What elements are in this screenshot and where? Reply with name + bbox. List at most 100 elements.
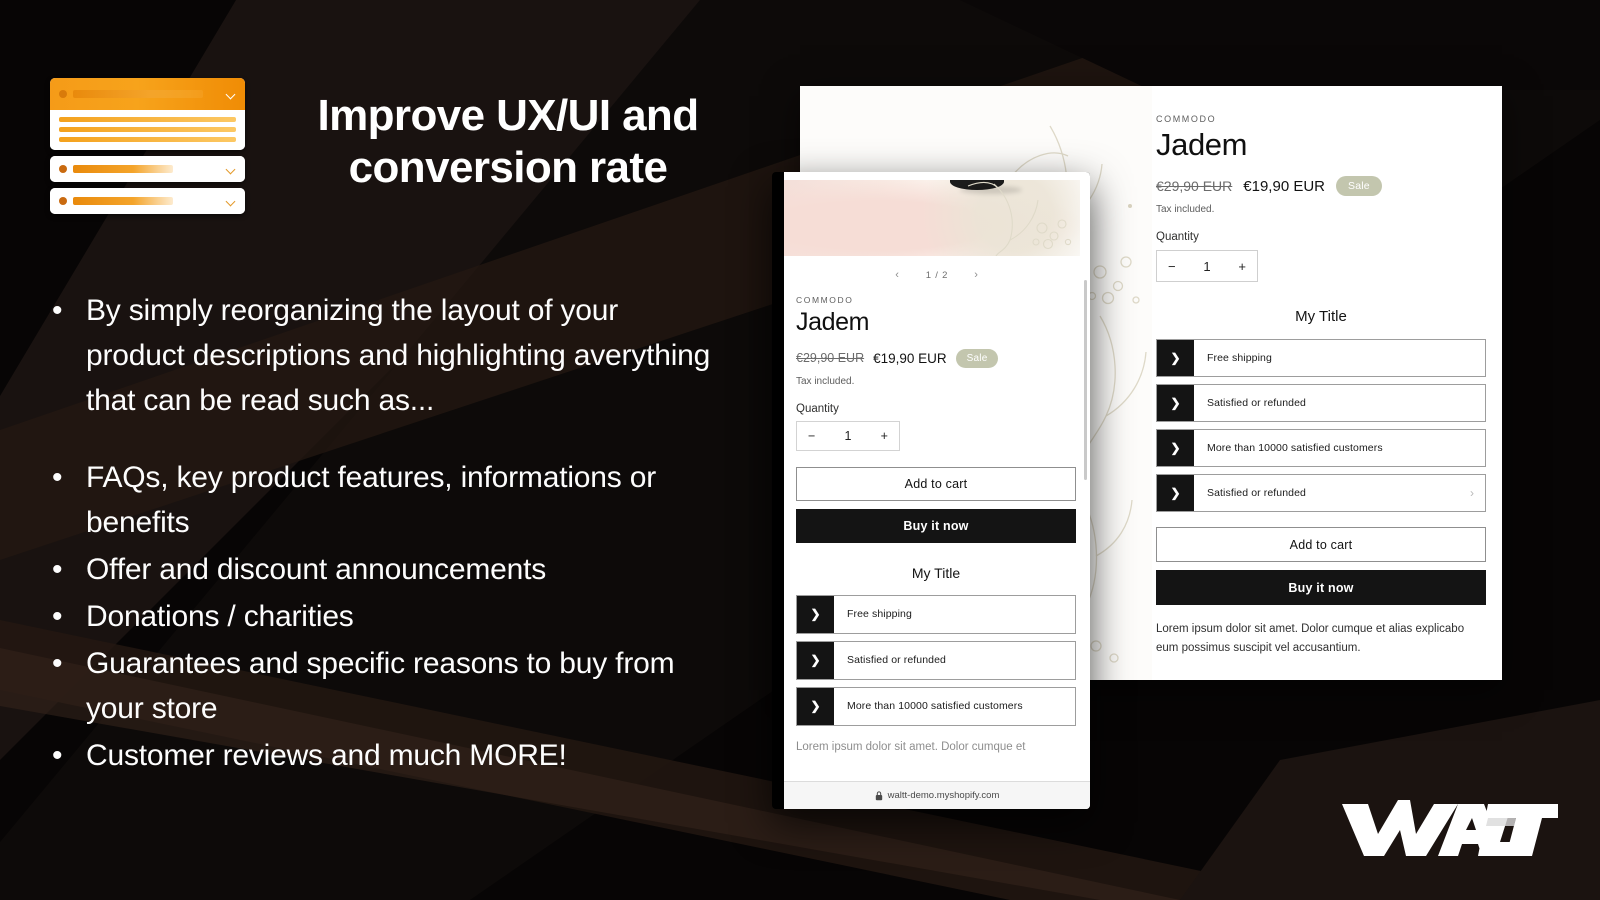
widget-text-line (59, 127, 236, 132)
quantity-stepper[interactable]: − 1 + (1156, 250, 1258, 283)
orange-accordion-widget-mock (50, 78, 245, 220)
price-original: €29,90 EUR (796, 351, 865, 365)
quantity-label: Quantity (1156, 231, 1199, 244)
widget-card-expanded (50, 78, 245, 150)
chevron-right-icon: ❯ (1157, 430, 1194, 467)
list-item-text: Customer reviews and much MORE! (86, 739, 567, 772)
accordion-item-end-chevron-icon[interactable]: › (1459, 475, 1485, 511)
slide-headline: Improve UX/UI and conversion rate (317, 91, 700, 192)
url-text: waltt-demo.myshopify.com (887, 790, 1000, 801)
accordion-item-end-icon (1459, 340, 1485, 376)
bullet-marker: • (52, 553, 63, 586)
accordion-item[interactable]: ❯ Satisfied or refunded (796, 640, 1076, 680)
bullet-marker: • (52, 600, 63, 633)
add-to-cart-button[interactable]: Add to cart (796, 466, 1076, 501)
list-item-text: By simply reorganizing the layout of you… (86, 294, 711, 417)
accordion-item[interactable]: ❯ More than 10000 satisfied customers (796, 686, 1076, 726)
bullet-group-primary: • By simply reorganizing the layout of y… (52, 288, 712, 423)
product-info-panel: COMMODO Jadem €29,90 EUR €19,90 EUR Sale… (1156, 114, 1486, 658)
chevron-right-icon: ❯ (797, 641, 834, 679)
chevron-right-icon: ❯ (1157, 385, 1194, 422)
buy-it-now-button[interactable]: Buy it now (1156, 570, 1486, 606)
gallery-next-button[interactable]: › (974, 269, 978, 281)
product-vendor: COMMODO (796, 295, 854, 305)
quantity-increase-button[interactable]: + (1238, 259, 1246, 274)
price-row: €29,90 EUR €19,90 EUR Sale (796, 348, 1076, 368)
widget-title-placeholder-bar (73, 165, 173, 173)
product-description-clipped: Lorem ipsum dolor sit amet. Dolor cumque… (796, 740, 1026, 753)
mobile-viewport: ‹ 1 / 2 › COMMODO Jadem €29,90 EUR €19,9… (784, 172, 1090, 809)
chevron-down-icon (227, 197, 236, 206)
quantity-decrease-button[interactable]: − (1168, 259, 1176, 274)
chevron-right-icon: ❯ (797, 687, 834, 725)
price-original: €29,90 EUR (1156, 178, 1233, 195)
accordion-item-label: Satisfied or refunded (1207, 487, 1306, 500)
quantity-decrease-button[interactable]: − (808, 429, 815, 443)
chevron-down-icon (227, 90, 236, 99)
list-item: • FAQs, key product features, informatio… (52, 455, 712, 545)
bullet-marker: • (52, 647, 63, 680)
price-current: €19,90 EUR (873, 350, 947, 366)
price-current: €19,90 EUR (1243, 177, 1325, 195)
accordion-item[interactable]: ❯ Satisfied or refunded › (1156, 474, 1486, 513)
accordion-list: ❯ Free shipping ❯ Satisfied or refunded … (796, 594, 1076, 726)
widget-title-placeholder-bar (73, 90, 203, 98)
accordion-item-label: Satisfied or refunded (1207, 397, 1306, 410)
accordion-item[interactable]: ❯ Free shipping (796, 594, 1076, 634)
botanical-line-art (967, 181, 1072, 256)
accordion-item-end-icon (1459, 430, 1485, 466)
mobile-product-info: COMMODO Jadem €29,90 EUR €19,90 EUR Sale… (784, 281, 1090, 756)
widget-card-header (50, 78, 245, 110)
quantity-stepper[interactable]: − 1 + (796, 420, 900, 451)
widget-text-line (59, 117, 236, 122)
add-to-cart-button[interactable]: Add to cart (1156, 527, 1486, 563)
gallery-page-indicator: 1 / 2 (925, 269, 949, 281)
bullet-group-secondary: • FAQs, key product features, informatio… (52, 455, 712, 778)
widget-card-body (50, 110, 245, 150)
gallery-pager: ‹ 1 / 2 › (784, 269, 1090, 281)
chevron-right-icon: ❯ (797, 595, 834, 633)
accordion-section-title: My Title (911, 564, 961, 581)
price-row: €29,90 EUR €19,90 EUR Sale (1156, 176, 1486, 197)
widget-title-placeholder-bar (73, 197, 173, 205)
product-title: Jadem (796, 308, 870, 336)
accordion-item-label: Free shipping (847, 608, 912, 620)
bullet-list-container: • By simply reorganizing the layout of y… (52, 288, 712, 780)
widget-card-header (50, 188, 245, 214)
widget-card-header (50, 156, 245, 182)
list-item-text: Offer and discount announcements (86, 553, 547, 586)
bullet-marker: • (52, 739, 63, 772)
lock-icon (875, 790, 882, 800)
left-content-column: Improve UX/UI and conversion rate • By s… (0, 0, 790, 900)
list-item: • Customer reviews and much MORE! (52, 733, 712, 778)
accordion-item-end-icon (1459, 385, 1485, 421)
gallery-prev-button[interactable]: ‹ (895, 269, 899, 281)
product-vendor: COMMODO (1156, 114, 1217, 124)
widget-card-collapsed (50, 156, 245, 182)
quantity-label: Quantity (796, 402, 839, 415)
accordion-item[interactable]: ❯ Free shipping (1156, 339, 1486, 378)
list-item: • Guarantees and specific reasons to buy… (52, 641, 712, 731)
waltt-logo (1338, 790, 1562, 860)
browser-url-bar[interactable]: waltt-demo.myshopify.com (784, 781, 1090, 809)
bullet-marker: • (52, 294, 63, 327)
quantity-value: 1 (844, 428, 852, 443)
list-item: • By simply reorganizing the layout of y… (52, 288, 712, 423)
accordion-item[interactable]: ❯ Satisfied or refunded (1156, 384, 1486, 423)
list-item-text: FAQs, key product features, informations… (86, 461, 656, 539)
accordion-section-title: My Title (1295, 308, 1347, 326)
sale-badge: Sale (1336, 176, 1382, 197)
list-item-text: Guarantees and specific reasons to buy f… (86, 647, 675, 725)
product-description: Lorem ipsum dolor sit amet. Dolor cumque… (1156, 623, 1465, 655)
buy-it-now-button[interactable]: Buy it now (796, 508, 1076, 543)
accordion-item[interactable]: ❯ More than 10000 satisfied customers (1156, 429, 1486, 468)
scrollbar[interactable] (1084, 280, 1087, 480)
accordion-item-label: Satisfied or refunded (847, 654, 946, 666)
accordion-item-label: More than 10000 satisfied customers (1207, 442, 1383, 455)
list-item-text: Donations / charities (86, 600, 354, 633)
accordion-item-label: More than 10000 satisfied customers (847, 700, 1023, 712)
tax-note: Tax included. (1156, 204, 1215, 216)
quantity-increase-button[interactable]: + (881, 429, 888, 443)
quantity-value: 1 (1203, 258, 1211, 274)
widget-text-line (59, 137, 236, 142)
